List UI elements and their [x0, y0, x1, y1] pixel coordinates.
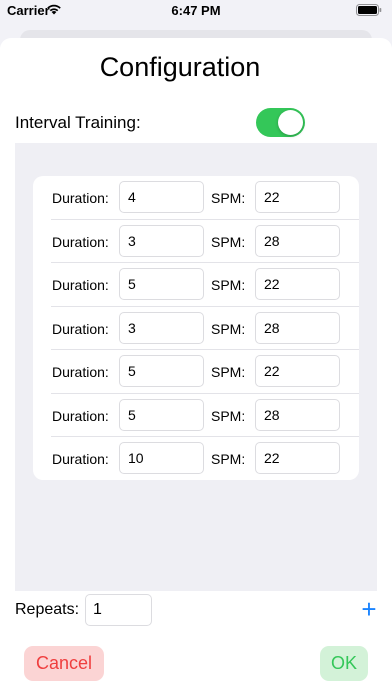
duration-field[interactable]: 10	[119, 442, 204, 474]
battery-icon	[356, 4, 382, 16]
toggle-knob	[278, 110, 303, 135]
interval-row: Duration: 3 SPM: 28	[33, 307, 359, 350]
spm-field[interactable]: 22	[255, 442, 340, 474]
status-bar: Carrier 6:47 PM	[0, 0, 392, 22]
interval-row: Duration: 5 SPM: 22	[33, 263, 359, 307]
spm-label: SPM:	[211, 233, 246, 250]
duration-label: Duration:	[52, 190, 109, 206]
duration-field[interactable]: 4	[119, 181, 204, 213]
duration-label: Duration:	[52, 277, 109, 293]
interval-training-label: Interval Training:	[15, 113, 141, 132]
spm-label: SPM:	[211, 277, 246, 293]
spm-label: SPM:	[211, 407, 246, 424]
spm-field[interactable]: 22	[255, 268, 340, 300]
spm-field[interactable]: 22	[255, 181, 340, 213]
status-time: 6:47 PM	[171, 3, 221, 18]
repeats-label: Repeats:	[15, 601, 80, 618]
spm-field[interactable]: 28	[255, 398, 340, 431]
interval-row: Duration: 5 SPM: 22	[33, 350, 359, 394]
plus-icon[interactable]: +	[359, 596, 379, 622]
repeats-field[interactable]: 1	[85, 594, 152, 626]
duration-label: Duration:	[52, 407, 109, 424]
duration-field[interactable]: 5	[119, 268, 204, 300]
duration-label: Duration:	[52, 364, 109, 380]
cancel-button[interactable]: Cancel	[24, 646, 104, 681]
ok-button[interactable]: OK	[320, 646, 368, 681]
duration-label: Duration:	[52, 320, 109, 337]
interval-row: Duration: 10 SPM: 22	[33, 437, 359, 481]
interval-row: Duration: 3 SPM: 28	[33, 220, 359, 263]
interval-row: Duration: 5 SPM: 28	[33, 394, 359, 437]
interval-training-toggle[interactable]	[256, 108, 305, 137]
duration-field[interactable]: 3	[119, 224, 204, 257]
duration-field[interactable]: 5	[119, 398, 204, 431]
spm-field[interactable]: 28	[255, 224, 340, 257]
interval-row: Duration: 4 SPM: 22	[33, 176, 359, 220]
spm-label: SPM:	[211, 190, 246, 206]
duration-label: Duration:	[52, 233, 109, 250]
duration-field[interactable]: 5	[119, 355, 204, 387]
duration-label: Duration:	[52, 451, 109, 467]
spm-label: SPM:	[211, 320, 246, 337]
page-title: Configuration	[99, 52, 261, 82]
spm-label: SPM:	[211, 451, 246, 467]
spm-field[interactable]: 22	[255, 355, 340, 387]
spm-label: SPM:	[211, 364, 246, 380]
duration-field[interactable]: 3	[119, 311, 204, 344]
spm-field[interactable]: 28	[255, 311, 340, 344]
intervals-card: Duration: 4 SPM: 22 Duration: 3 SPM: 28 …	[33, 176, 359, 480]
